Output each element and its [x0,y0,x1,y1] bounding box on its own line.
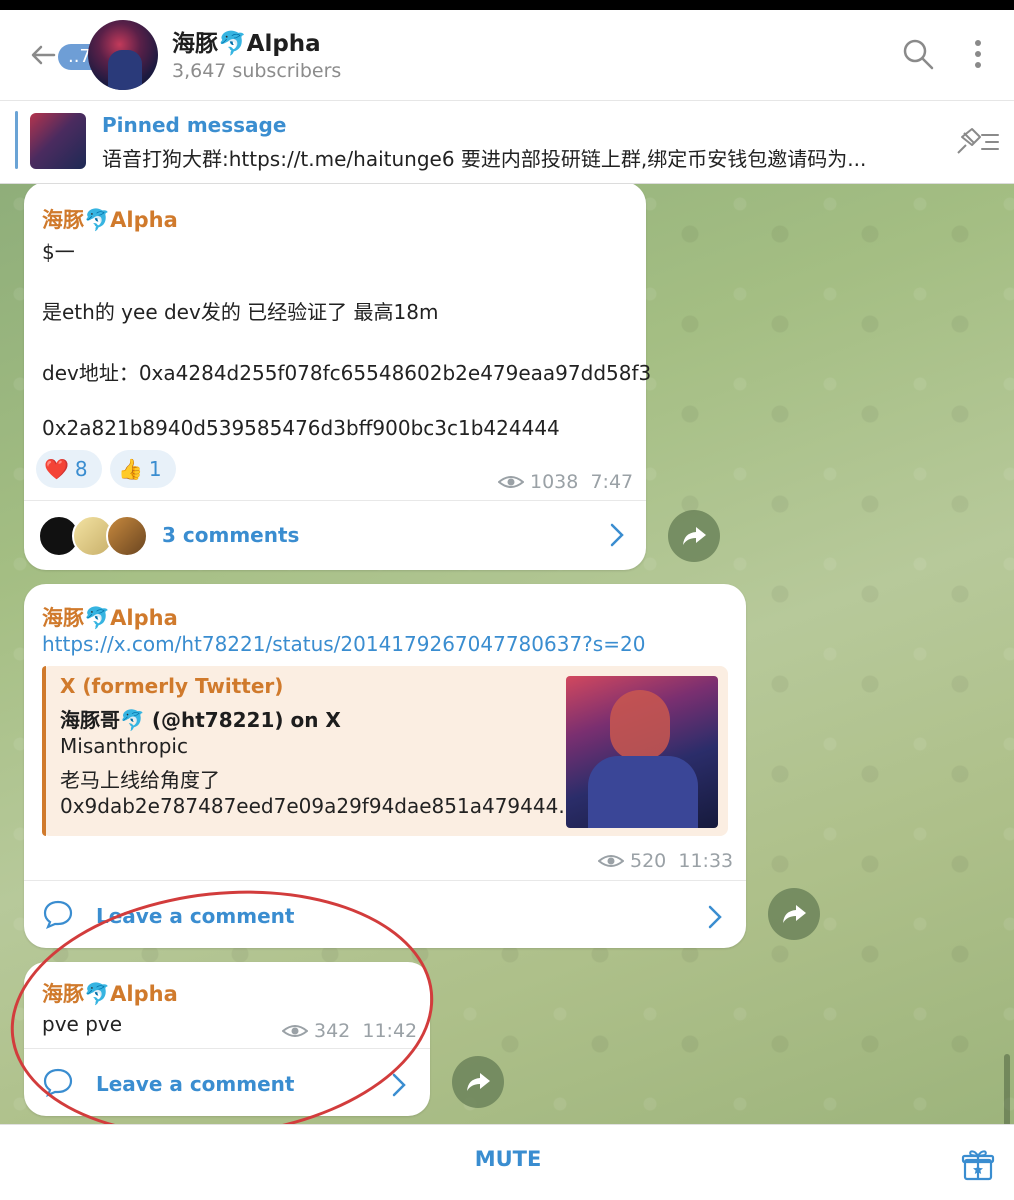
comment-icon[interactable] [42,898,74,930]
thumbs-up-icon: 👍 [118,457,143,481]
message-meta: 520 11:33 [598,850,733,872]
search-icon[interactable] [900,36,936,72]
gift-icon[interactable] [960,1147,996,1183]
share-button[interactable] [768,888,820,940]
comment-icon[interactable] [42,1066,74,1098]
message-line: dev地址：0xa4284d255f078fc65548602b2e479eaa… [42,361,652,385]
pinned-text: 语音打狗大群:https://t.me/haitunge6 要进内部投研链上群,… [102,147,867,171]
preview-title: 海豚哥🐬 (@ht78221) on X [60,708,341,732]
view-count: 1038 [530,471,579,493]
view-count: 342 [314,1020,351,1042]
reaction-heart[interactable]: ❤️ 8 [36,450,102,488]
divider [24,880,746,881]
message-time: 7:47 [590,471,634,493]
message-bubble[interactable]: 海豚🐬Alpha pve pve 342 11:42 Leave a comme… [24,962,430,1116]
reaction-thumbs-up[interactable]: 👍 1 [110,450,176,488]
share-button[interactable] [452,1056,504,1108]
pinned-list-icon[interactable] [952,125,1002,159]
message-text: pve pve [42,1012,123,1036]
chat-header: ..79 海豚🐬Alpha 3,647 subscribers [0,10,1014,101]
message-link[interactable]: https://x.com/ht78221/status/20141792670… [42,632,645,656]
reaction-count: 8 [74,457,88,481]
eye-icon [282,1025,308,1037]
scrollbar[interactable] [1004,1054,1010,1124]
divider [24,500,646,501]
share-icon [467,1073,490,1091]
pinned-message-bar[interactable]: Pinned message 语音打狗大群:https://t.me/haitu… [0,101,1014,184]
view-count: 520 [630,850,667,872]
heart-icon: ❤️ [44,457,69,481]
share-icon [783,905,806,923]
channel-avatar[interactable] [88,20,158,90]
back-button[interactable]: ..79 [22,32,113,78]
bottom-bar: MUTE [0,1124,1014,1200]
comments-link[interactable]: 3 comments [162,523,299,547]
preview-description: Misanthropic [60,734,188,758]
message-line: 是eth的 yee dev发的 已经验证了 最高18m [42,300,439,324]
pinned-thumbnail [30,113,86,169]
chat-area[interactable]: 海豚🐬Alpha $一 是eth的 yee dev发的 已经验证了 最高18m … [0,184,1014,1124]
channel-title[interactable]: 海豚🐬Alpha [172,24,321,58]
back-arrow-icon [31,45,56,65]
chevron-right-icon[interactable] [706,904,724,930]
message-author[interactable]: 海豚🐬Alpha [42,978,178,1008]
message-line: 0x2a821b8940d539585476d3bff900bc3c1b4244… [42,416,560,440]
message-time: 11:42 [362,1020,418,1042]
chevron-right-icon[interactable] [608,522,626,548]
chevron-right-icon[interactable] [390,1072,408,1098]
subscriber-count: 3,647 subscribers [172,60,342,82]
eye-icon [498,476,524,488]
message-meta: 342 11:42 [282,1020,417,1042]
more-vertical-icon[interactable] [966,36,990,72]
divider [24,1048,430,1049]
message-author[interactable]: 海豚🐬Alpha [42,602,178,632]
pinned-indicator [15,111,18,169]
message-meta: 1038 7:47 [498,471,633,493]
commenter-avatar [106,515,148,557]
eye-icon [598,855,624,867]
preview-image[interactable] [566,676,718,828]
message-bubble[interactable]: 海豚🐬Alpha https://x.com/ht78221/status/20… [24,584,746,948]
message-author[interactable]: 海豚🐬Alpha [42,204,178,234]
preview-site-name: X (formerly Twitter) [60,674,284,698]
pinned-label: Pinned message [102,113,287,137]
mute-button[interactable]: MUTE [440,1147,576,1181]
message-bubble[interactable]: 海豚🐬Alpha $一 是eth的 yee dev发的 已经验证了 最高18m … [24,184,651,570]
preview-description: 老马上线给角度了 [60,768,220,792]
preview-description: 0x9dab2e787487eed7e09a29f94dae851a479444… [60,794,578,818]
message-line: $一 [42,240,75,264]
share-icon [683,527,706,545]
link-preview[interactable]: X (formerly Twitter) 海豚哥🐬 (@ht78221) on … [42,666,728,836]
telegram-channel-screen: ..79 海豚🐬Alpha 3,647 subscribers Pinned m… [0,10,1014,1200]
share-button[interactable] [668,510,720,562]
message-time: 11:33 [678,850,734,872]
leave-comment-link[interactable]: Leave a comment [96,1072,294,1096]
reaction-count: 1 [148,457,162,481]
leave-comment-link[interactable]: Leave a comment [96,904,294,928]
preview-accent-bar [42,666,46,836]
